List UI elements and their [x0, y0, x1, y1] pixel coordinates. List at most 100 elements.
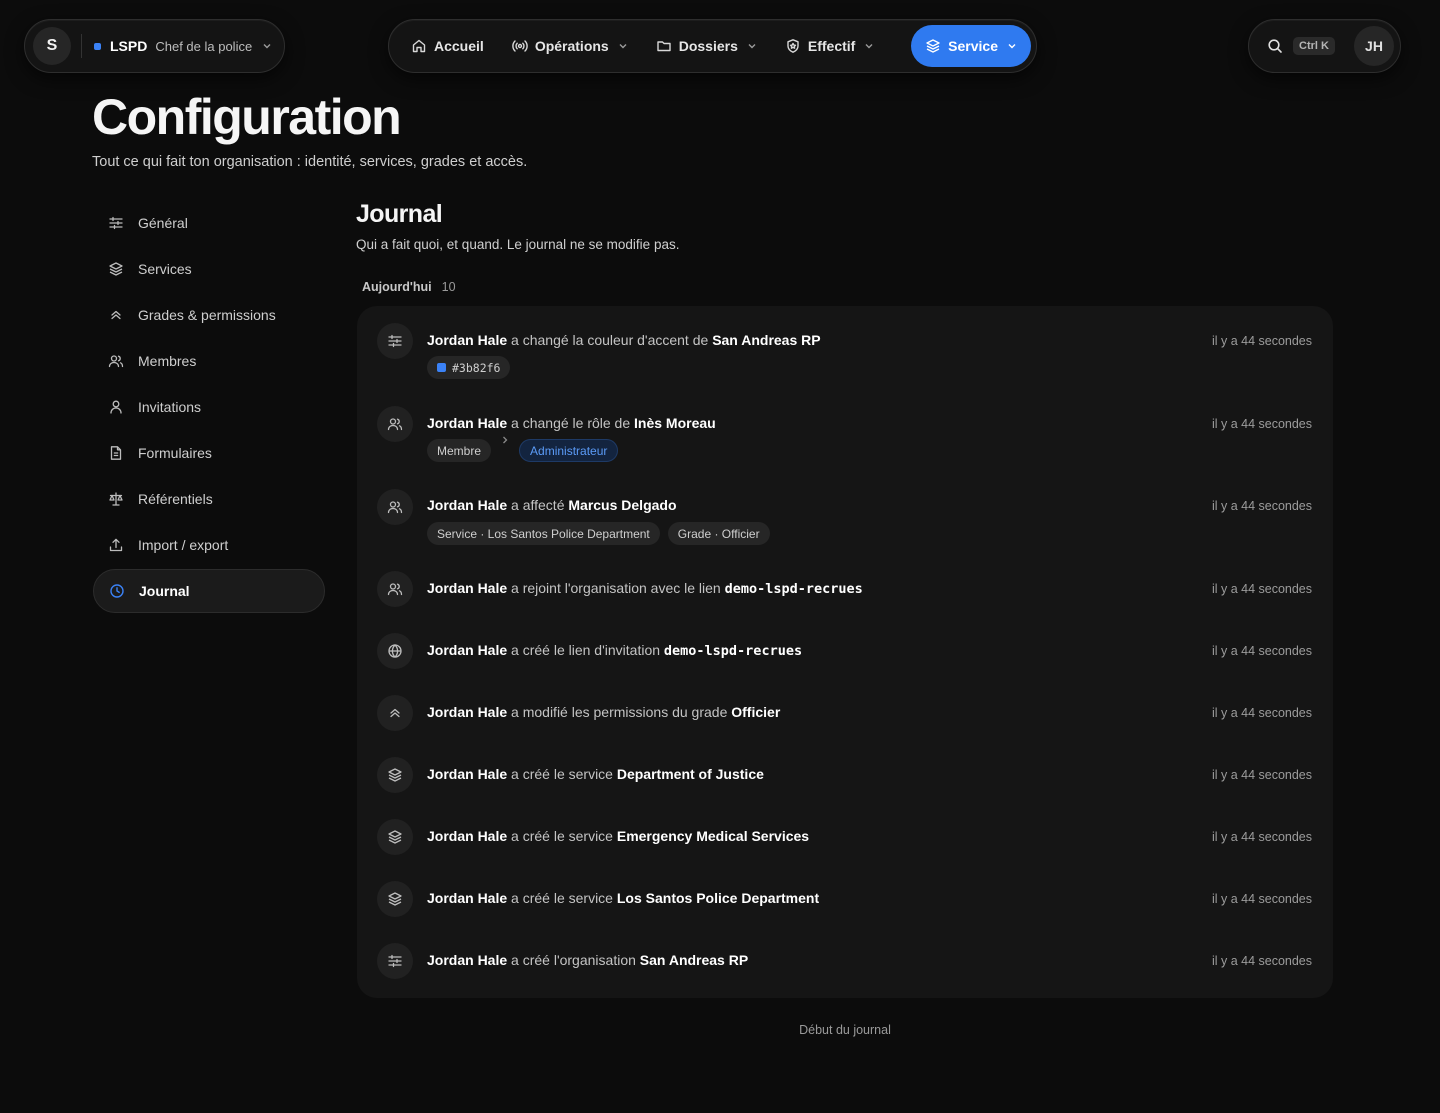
org-name: LSPD — [110, 38, 148, 54]
sliders-icon — [107, 215, 125, 231]
entry-text: Jordan Hale a rejoint l'organisation ave… — [427, 580, 863, 597]
chevrons-up-icon — [377, 695, 413, 731]
role-from-tag: Membre — [427, 439, 492, 462]
sidebar-item-invitations[interactable]: Invitations — [93, 385, 325, 429]
scale-icon — [107, 491, 125, 507]
entry-action: a créé le service — [507, 828, 617, 844]
nav-dossiers[interactable]: Dossiers — [642, 25, 771, 67]
nav-label: Dossiers — [678, 38, 738, 54]
sidebar-item-journal[interactable]: Journal — [93, 569, 325, 613]
entry-target: Emergency Medical Services — [616, 828, 810, 844]
divider — [81, 34, 82, 58]
layers-icon — [377, 757, 413, 793]
chevron-down-icon — [618, 41, 628, 51]
chevron-right-icon — [501, 435, 509, 445]
sidebar-item-label: Référentiels — [138, 491, 213, 507]
role-to-tag: Administrateur — [519, 439, 619, 462]
layers-icon — [377, 881, 413, 917]
nav-label: Accueil — [434, 38, 484, 54]
sidebar-item-import-export[interactable]: Import / export — [93, 523, 325, 567]
day-group-header: Aujourd'hui 10 — [362, 280, 456, 294]
clock-icon — [108, 583, 126, 599]
entry-text: Jordan Hale a créé le service Department… — [427, 766, 764, 782]
sidebar-item-label: Journal — [139, 583, 190, 599]
entry-actor: Jordan Hale — [427, 642, 508, 658]
home-icon — [411, 38, 427, 54]
entry-action: a changé le rôle de — [507, 415, 635, 431]
entry-target: demo-lspd-recrues — [724, 581, 863, 597]
sidebar-item-label: Invitations — [138, 399, 202, 415]
day-label: Aujourd'hui — [362, 280, 432, 294]
entry-time: il y a 44 secondes — [1211, 644, 1312, 658]
sidebar-item-label: Général — [138, 215, 188, 231]
entry-target: Department of Justice — [616, 766, 764, 782]
grade-tag: Grade · Officier — [667, 522, 770, 545]
entry-text: Jordan Hale a affecté Marcus Delgado — [427, 497, 677, 513]
org-switcher[interactable]: S LSPD Chef de la police — [24, 19, 285, 73]
user-avatar[interactable]: JH — [1354, 26, 1394, 66]
entry-time: il y a 44 secondes — [1211, 582, 1312, 596]
nav-effectif[interactable]: Effectif — [771, 25, 888, 67]
entry-target: Officier — [731, 704, 781, 720]
folder-icon — [656, 38, 672, 54]
entry-action: a créé le lien d'invitation — [507, 642, 664, 658]
entry-time: il y a 44 secondes — [1211, 830, 1312, 844]
entry-text: Jordan Hale a changé le rôle de Inès Mor… — [427, 415, 716, 431]
entry-action: a affecté — [507, 497, 569, 513]
utility-bar: Ctrl K JH — [1248, 19, 1401, 73]
color-swatch — [437, 363, 446, 372]
entry-action: a créé l'organisation — [507, 952, 640, 968]
sidebar-item-grades[interactable]: Grades & permissions — [93, 293, 325, 337]
globe-icon — [377, 633, 413, 669]
entry-actor: Jordan Hale — [427, 704, 508, 720]
sidebar-item-services[interactable]: Services — [93, 247, 325, 291]
journal-list: Jordan Hale a changé la couleur d'accent… — [357, 306, 1333, 998]
entry-time: il y a 44 secondes — [1211, 417, 1312, 431]
entry-actor: Jordan Hale — [427, 828, 508, 844]
entry-action: a modifié les permissions du grade — [507, 704, 732, 720]
entry-action: a changé la couleur d'accent de — [507, 332, 713, 348]
sidebar-item-label: Services — [138, 261, 192, 277]
users-icon — [377, 406, 413, 442]
search-icon[interactable] — [1267, 38, 1283, 54]
entry-time: il y a 44 secondes — [1211, 954, 1312, 968]
nav-operations[interactable]: Opérations — [498, 25, 642, 67]
sliders-icon — [377, 323, 413, 359]
chevron-down-icon — [747, 41, 757, 51]
sidebar-item-membres[interactable]: Membres — [93, 339, 325, 383]
chevron-down-icon — [1007, 41, 1017, 51]
sidebar-item-label: Import / export — [138, 537, 229, 553]
section-subtitle: Qui a fait quoi, et quand. Le journal ne… — [356, 237, 680, 252]
sidebar-item-formulaires[interactable]: Formulaires — [93, 431, 325, 475]
sidebar-item-general[interactable]: Général — [93, 201, 325, 245]
entry-time: il y a 44 secondes — [1211, 334, 1312, 348]
entry-text: Jordan Hale a créé le service Emergency … — [427, 828, 809, 844]
entry-actor: Jordan Hale — [427, 332, 508, 348]
nav-label: Opérations — [534, 38, 609, 54]
org-accent-dot — [94, 42, 101, 50]
entry-details: #3b82f6 — [427, 356, 511, 379]
entry-text: Jordan Hale a créé l'organisation San An… — [427, 952, 748, 968]
nav-accueil[interactable]: Accueil — [397, 25, 498, 67]
sidebar-item-referentiels[interactable]: Référentiels — [93, 477, 325, 521]
page-title: Configuration — [92, 89, 402, 145]
users-icon — [377, 489, 413, 525]
journal-end-note: Début du journal — [799, 1023, 891, 1037]
sliders-icon — [377, 943, 413, 979]
section-title: Journal — [356, 200, 443, 228]
user-icon — [107, 399, 125, 415]
entry-actor: Jordan Hale — [427, 890, 508, 906]
nav-service[interactable]: Service — [911, 25, 1031, 67]
service-tag: Service · Los Santos Police Department — [427, 522, 660, 545]
entry-details: Membre Administrateur — [427, 436, 619, 462]
search-shortcut[interactable]: Ctrl K — [1293, 37, 1335, 55]
entry-action: a créé le service — [507, 890, 617, 906]
chevron-down-icon — [262, 41, 272, 51]
entry-text: Jordan Hale a changé la couleur d'accent… — [427, 332, 821, 348]
page-subtitle: Tout ce qui fait ton organisation : iden… — [92, 154, 528, 170]
entry-action: a créé le service — [507, 766, 617, 782]
entry-action: a rejoint l'organisation avec le lien — [507, 580, 725, 596]
main-nav: Accueil Opérations Dossiers Effectif Ser… — [388, 19, 1037, 73]
entry-target: Los Santos Police Department — [616, 890, 820, 906]
sidebar-item-label: Formulaires — [138, 445, 212, 461]
